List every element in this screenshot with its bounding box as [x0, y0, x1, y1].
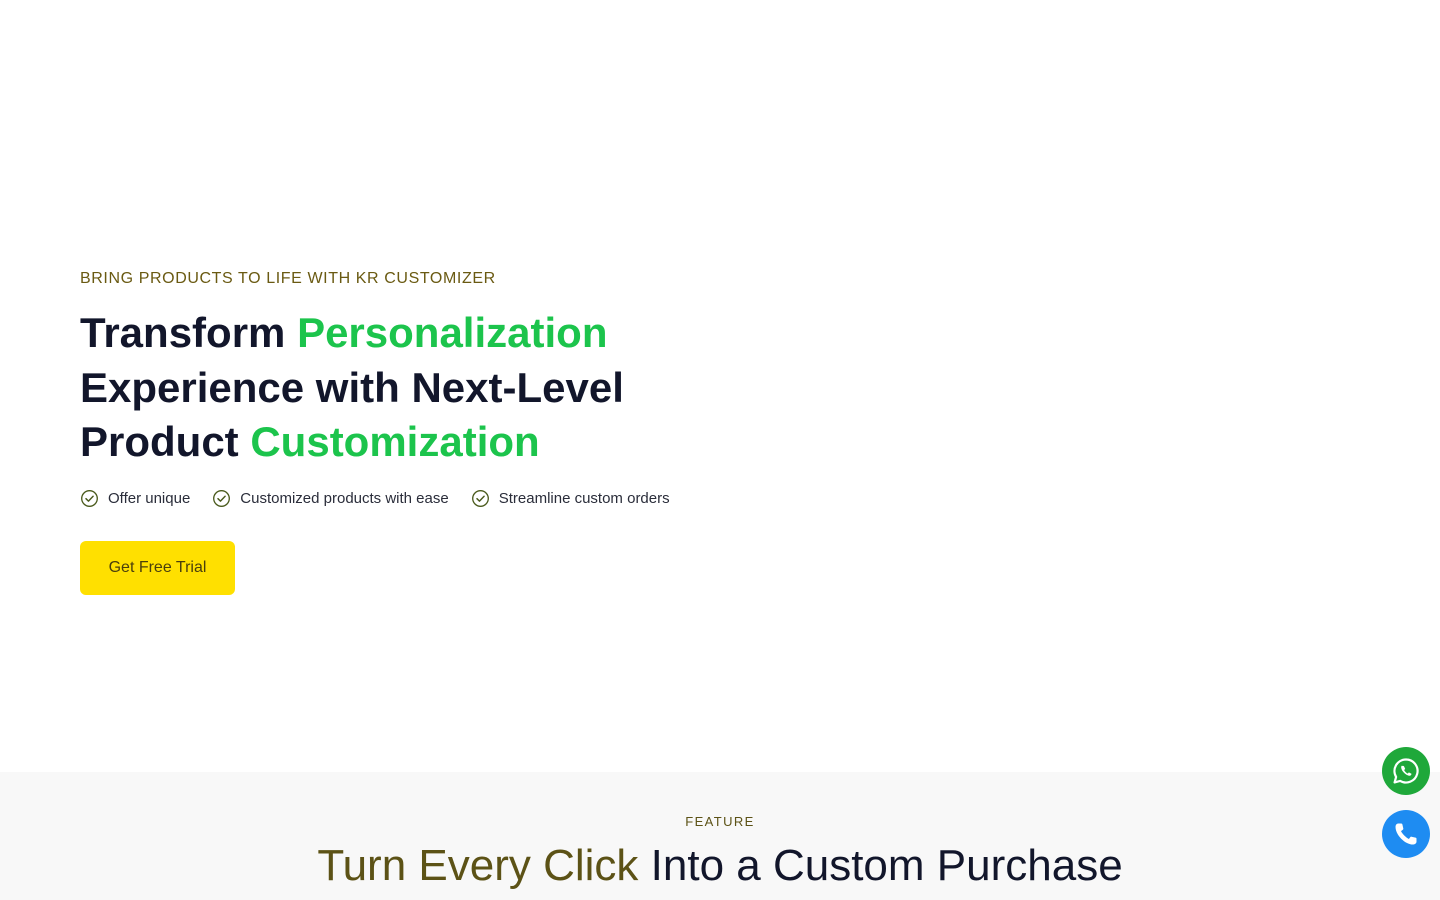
headline-line1-plain: Transform [80, 309, 298, 356]
feature-section: FEATURE Turn Every Click Into a Custom P… [0, 772, 1440, 900]
whatsapp-button[interactable] [1382, 747, 1430, 795]
check-circle-icon [80, 489, 99, 508]
feature-title: Turn Every Click Into a Custom Purchase [0, 838, 1440, 894]
get-free-trial-button[interactable]: Get Free Trial [80, 541, 235, 595]
bullet-label: Offer unique [108, 490, 191, 507]
bullet-item: Streamline custom orders [471, 489, 670, 508]
feature-title-accent: Turn Every Click [317, 841, 639, 890]
hero-section: BRING PRODUCTS TO LIFE WITH KR CUSTOMIZE… [0, 0, 1440, 772]
bullet-item: Offer unique [80, 489, 190, 508]
whatsapp-icon [1390, 755, 1422, 787]
phone-icon [1392, 820, 1420, 848]
hero-eyebrow: BRING PRODUCTS TO LIFE WITH KR CUSTOMIZE… [80, 270, 496, 287]
bullet-label: Customized products with ease [240, 490, 449, 507]
feature-eyebrow: FEATURE [685, 814, 755, 829]
check-circle-icon [212, 489, 231, 508]
feature-title-rest: Into a Custom Purchase [638, 841, 1123, 890]
headline-line1-highlight: Personalization [297, 309, 608, 356]
bullet-item: Customized products with ease [212, 489, 449, 508]
headline-line3-plain: Product [80, 418, 251, 465]
check-circle-icon [471, 489, 490, 508]
bullet-label: Streamline custom orders [498, 490, 670, 507]
hero-bullets: Offer unique Customized products with ea… [80, 489, 670, 508]
headline-line2: Experience with Next-Level [80, 363, 624, 411]
page: BRING PRODUCTS TO LIFE WITH KR CUSTOMIZE… [0, 0, 1440, 900]
headline-line3-highlight: Customization [250, 418, 540, 465]
hero-headline: Transform Personalization Experience wit… [80, 306, 700, 470]
phone-button[interactable] [1382, 810, 1430, 858]
